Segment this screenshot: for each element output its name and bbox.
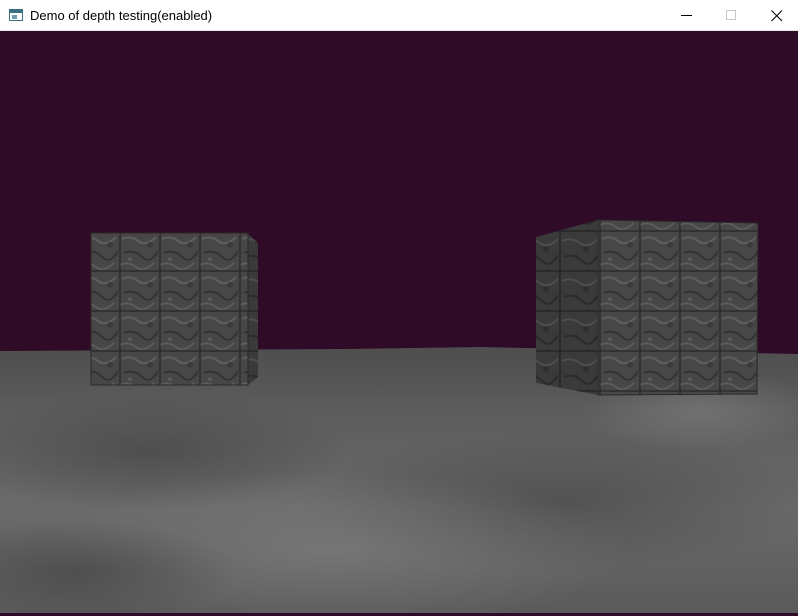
maximize-icon (726, 10, 736, 20)
cube-left (90, 232, 258, 386)
minimize-icon (681, 15, 692, 16)
minimize-button[interactable] (664, 0, 710, 31)
close-button[interactable] (754, 0, 798, 31)
window-title: Demo of depth testing(enabled) (30, 8, 213, 23)
maximize-button[interactable] (709, 0, 755, 31)
scene-canvas (0, 31, 798, 616)
render-viewport[interactable] (0, 31, 798, 616)
close-icon (771, 10, 783, 22)
title-bar[interactable]: Demo of depth testing(enabled) (0, 0, 798, 31)
cube-right (536, 219, 759, 396)
app-icon (9, 9, 23, 21)
app-window: Demo of depth testing(enabled) (0, 0, 798, 616)
